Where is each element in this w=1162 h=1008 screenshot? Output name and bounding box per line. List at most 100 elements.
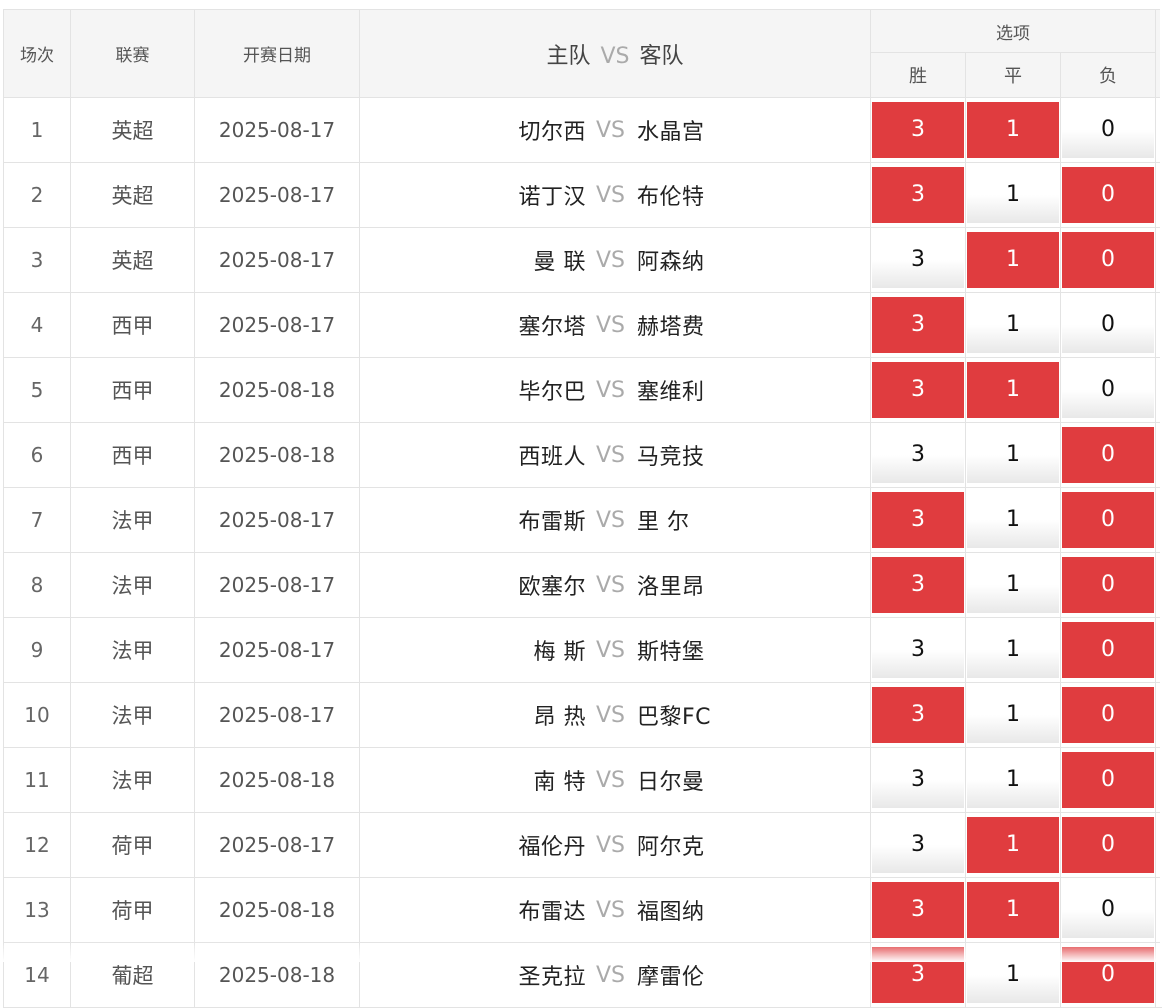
match-cell: 布雷达 VS 福图纳 bbox=[360, 878, 871, 943]
league-cell: 法甲 bbox=[71, 488, 195, 553]
option-lose-button[interactable]: 0 bbox=[1062, 362, 1154, 418]
vs-label: VS bbox=[596, 508, 625, 533]
option-draw-cell: 1 bbox=[966, 813, 1061, 878]
vs-label: VS bbox=[596, 378, 625, 403]
option-win-cell: 3 bbox=[871, 878, 966, 943]
option-draw-cell: 1 bbox=[966, 163, 1061, 228]
match-table-container: 场次 联赛 开赛日期 主队VS客队 选项 胜 平 负 1 英超 2025-08-… bbox=[3, 9, 1162, 1008]
match-cell: 毕尔巴 VS 塞维利 bbox=[360, 358, 871, 423]
option-win-button[interactable]: 3 bbox=[872, 622, 964, 678]
option-win-button[interactable]: 3 bbox=[872, 882, 964, 938]
option-win-cell: 3 bbox=[871, 683, 966, 748]
vs-label: VS bbox=[596, 833, 625, 858]
table-row: 5 西甲 2025-08-18 毕尔巴 VS 塞维利 3 1 0 bbox=[4, 358, 1162, 423]
option-win-cell: 3 bbox=[871, 813, 966, 878]
option-draw-cell: 1 bbox=[966, 683, 1061, 748]
table-row: 9 法甲 2025-08-17 梅 斯 VS 斯特堡 3 1 0 bbox=[4, 618, 1162, 683]
league-cell: 英超 bbox=[71, 98, 195, 163]
home-team: 欧塞尔 bbox=[360, 569, 596, 601]
option-lose-button[interactable]: 0 bbox=[1062, 687, 1154, 743]
option-win-button[interactable]: 3 bbox=[872, 297, 964, 353]
option-lose-button[interactable]: 0 bbox=[1062, 232, 1154, 288]
option-lose-button[interactable]: 0 bbox=[1062, 102, 1154, 158]
option-draw-button[interactable]: 1 bbox=[967, 622, 1059, 678]
table-row: 4 西甲 2025-08-17 塞尔塔 VS 赫塔费 3 1 0 bbox=[4, 293, 1162, 358]
league-cell: 英超 bbox=[71, 163, 195, 228]
home-team: 切尔西 bbox=[360, 114, 596, 146]
option-lose-button[interactable]: 0 bbox=[1062, 882, 1154, 938]
option-lose-button[interactable]: 0 bbox=[1062, 492, 1154, 548]
away-team: 斯特堡 bbox=[625, 634, 863, 666]
option-draw-button[interactable]: 1 bbox=[967, 297, 1059, 353]
option-win-button[interactable]: 3 bbox=[872, 232, 964, 288]
option-win-button[interactable]: 3 bbox=[872, 817, 964, 873]
table-row: 1 英超 2025-08-17 切尔西 VS 水晶宫 3 1 0 bbox=[4, 98, 1162, 163]
league-cell: 荷甲 bbox=[71, 878, 195, 943]
option-draw-button[interactable]: 1 bbox=[967, 102, 1059, 158]
match-number: 1 bbox=[4, 98, 71, 163]
match-cell: 欧塞尔 VS 洛里昂 bbox=[360, 553, 871, 618]
option-draw-button[interactable]: 1 bbox=[967, 687, 1059, 743]
table-row: 10 法甲 2025-08-17 昂 热 VS 巴黎FC 3 1 0 bbox=[4, 683, 1162, 748]
match-number: 7 bbox=[4, 488, 71, 553]
option-draw-button[interactable]: 1 bbox=[967, 167, 1059, 223]
option-draw-button[interactable]: 1 bbox=[967, 557, 1059, 613]
table-row: 12 荷甲 2025-08-17 福伦丹 VS 阿尔克 3 1 0 bbox=[4, 813, 1162, 878]
option-win-cell: 3 bbox=[871, 163, 966, 228]
league-cell: 法甲 bbox=[71, 618, 195, 683]
vs-label: VS bbox=[596, 248, 625, 273]
option-lose-cell: 0 bbox=[1061, 488, 1156, 553]
option-lose-button[interactable]: 0 bbox=[1062, 167, 1154, 223]
option-draw-button[interactable]: 1 bbox=[967, 232, 1059, 288]
date-cell: 2025-08-17 bbox=[195, 488, 360, 553]
home-team: 诺丁汉 bbox=[360, 179, 596, 211]
match-cell: 布雷斯 VS 里 尔 bbox=[360, 488, 871, 553]
option-draw-button[interactable]: 1 bbox=[967, 362, 1059, 418]
option-lose-button[interactable]: 0 bbox=[1062, 752, 1154, 808]
option-lose-cell: 0 bbox=[1061, 423, 1156, 488]
option-win-button[interactable]: 3 bbox=[872, 102, 964, 158]
match-cell: 昂 热 VS 巴黎FC bbox=[360, 683, 871, 748]
option-draw-button[interactable]: 1 bbox=[967, 817, 1059, 873]
option-win-button[interactable]: 3 bbox=[872, 167, 964, 223]
header-lose: 负 bbox=[1061, 53, 1156, 98]
option-win-cell: 3 bbox=[871, 293, 966, 358]
match-cell: 梅 斯 VS 斯特堡 bbox=[360, 618, 871, 683]
option-win-button[interactable]: 3 bbox=[872, 492, 964, 548]
vs-label: VS bbox=[596, 963, 625, 988]
option-win-button[interactable]: 3 bbox=[872, 752, 964, 808]
date-cell: 2025-08-17 bbox=[195, 98, 360, 163]
option-lose-button[interactable]: 0 bbox=[1062, 557, 1154, 613]
option-lose-button[interactable]: 0 bbox=[1062, 427, 1154, 483]
option-lose-cell: 0 bbox=[1061, 98, 1156, 163]
option-draw-button[interactable]: 1 bbox=[967, 882, 1059, 938]
option-win-cell: 3 bbox=[871, 423, 966, 488]
option-lose-cell: 0 bbox=[1061, 683, 1156, 748]
option-win-button[interactable]: 3 bbox=[872, 427, 964, 483]
away-team: 阿森纳 bbox=[625, 244, 863, 276]
option-draw-cell: 1 bbox=[966, 293, 1061, 358]
match-cell: 曼 联 VS 阿森纳 bbox=[360, 228, 871, 293]
option-draw-cell: 1 bbox=[966, 553, 1061, 618]
away-team: 里 尔 bbox=[625, 504, 863, 536]
league-cell: 英超 bbox=[71, 228, 195, 293]
away-team: 水晶宫 bbox=[625, 114, 863, 146]
option-win-button[interactable]: 3 bbox=[872, 557, 964, 613]
option-lose-button[interactable]: 0 bbox=[1062, 817, 1154, 873]
away-team: 布伦特 bbox=[625, 179, 863, 211]
header-options: 选项 bbox=[871, 10, 1156, 53]
table-row: 2 英超 2025-08-17 诺丁汉 VS 布伦特 3 1 0 bbox=[4, 163, 1162, 228]
option-lose-button[interactable]: 0 bbox=[1062, 297, 1154, 353]
match-number: 8 bbox=[4, 553, 71, 618]
match-number: 11 bbox=[4, 748, 71, 813]
option-lose-button[interactable]: 0 bbox=[1062, 622, 1154, 678]
option-draw-button[interactable]: 1 bbox=[967, 427, 1059, 483]
match-table: 场次 联赛 开赛日期 主队VS客队 选项 胜 平 负 1 英超 2025-08-… bbox=[3, 9, 1162, 1008]
option-win-button[interactable]: 3 bbox=[872, 362, 964, 418]
match-number: 3 bbox=[4, 228, 71, 293]
option-win-button[interactable]: 3 bbox=[872, 687, 964, 743]
date-cell: 2025-08-17 bbox=[195, 228, 360, 293]
vs-label: VS bbox=[596, 573, 625, 598]
option-draw-button[interactable]: 1 bbox=[967, 752, 1059, 808]
option-draw-button[interactable]: 1 bbox=[967, 492, 1059, 548]
